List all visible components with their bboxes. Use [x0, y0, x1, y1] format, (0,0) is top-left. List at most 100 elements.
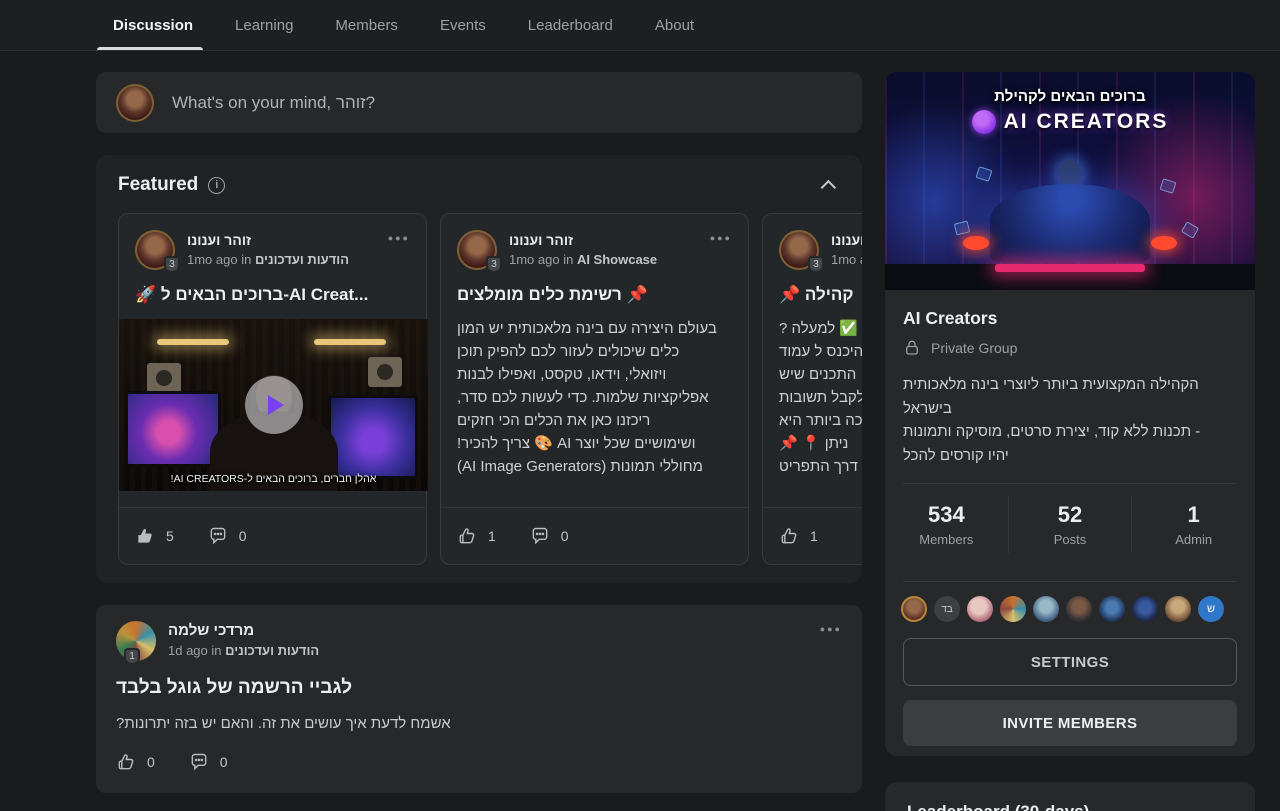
post-meta: 1d ago in הודעות ועדכונים [168, 641, 319, 660]
like-count: 0 [147, 754, 155, 770]
author-name[interactable]: זוהר וענונו [509, 230, 657, 250]
tab-discussion[interactable]: Discussion [113, 0, 193, 50]
thumb-up-icon [135, 526, 155, 546]
members-label: Members [885, 532, 1008, 547]
member-avatar[interactable] [1165, 596, 1191, 622]
post-footer: 0 0 [116, 752, 842, 772]
level-badge: 3 [486, 256, 502, 273]
post-footer: 1 [763, 507, 862, 564]
member-avatar[interactable] [1000, 596, 1026, 622]
post-menu-icon[interactable]: ●●● [710, 230, 732, 246]
banner-welcome-text: ברוכים הבאים לקהילת [885, 88, 1255, 105]
group-info-card: ברוכים הבאים לקהילת AI CREATORS AI Creat… [885, 72, 1255, 756]
member-avatar[interactable] [1099, 596, 1125, 622]
thumb-up-icon [779, 526, 799, 546]
invite-members-button[interactable]: INVITE MEMBERS [903, 700, 1237, 746]
like-count: 1 [488, 528, 496, 544]
level-badge: 3 [164, 256, 180, 273]
member-avatar[interactable] [1132, 596, 1158, 622]
post-footer: 1 0 [441, 507, 748, 564]
monitor-left [125, 391, 221, 467]
post-body: אשמח לדעת איך עושים את זה. והאם יש בזה י… [116, 715, 842, 732]
author-name[interactable]: זוהר וענונו [187, 230, 349, 250]
info-icon[interactable]: i [208, 177, 225, 194]
featured-section: Featured i 3 זוהר וענונו 1mo ago in הודע… [96, 155, 862, 583]
tab-learning[interactable]: Learning [235, 0, 293, 50]
channel-name[interactable]: AI Showcase [577, 252, 657, 267]
admin-label: Admin [1132, 532, 1255, 547]
featured-header: Featured i [96, 155, 862, 196]
comment-button[interactable]: 0 [208, 526, 247, 546]
monitor-right [328, 395, 418, 479]
stat-members[interactable]: 534 Members [885, 496, 1008, 553]
member-avatar[interactable] [901, 596, 927, 622]
tab-about[interactable]: About [655, 0, 694, 50]
post-body: ? למעלה ✅ היכנס ל עמוד התכנים שיש לקבל ת… [779, 317, 862, 507]
community-page: Discussion Learning Members Events Leade… [0, 0, 1280, 811]
post-meta: 1mo ago in [831, 250, 862, 269]
comment-icon [189, 752, 209, 772]
comment-icon [530, 526, 550, 546]
featured-card-tools[interactable]: 3 זוהר וענונו 1mo ago in AI Showcase ●●●… [440, 213, 749, 565]
member-avatar[interactable] [1033, 596, 1059, 622]
like-button[interactable]: 1 [457, 526, 496, 546]
tab-leaderboard[interactable]: Leaderboard [528, 0, 613, 50]
studio-light [314, 339, 386, 345]
post-composer[interactable]: What's on your mind, זוהר? [96, 72, 862, 133]
channel-name[interactable]: הודעות ועדכונים [255, 252, 349, 267]
member-avatar[interactable] [1066, 596, 1092, 622]
post-menu-icon[interactable]: ●●● [820, 621, 842, 637]
brain-icon [972, 110, 996, 134]
lock-icon [903, 339, 921, 357]
like-button[interactable]: 5 [135, 526, 174, 546]
leaderboard-title: Leaderboard (30-days) [907, 802, 1233, 811]
tab-events[interactable]: Events [440, 0, 486, 50]
leaderboard-card: Leaderboard (30-days) [885, 782, 1255, 811]
post-title[interactable]: 🚀 ברוכים הבאים ל-AI Creat... [135, 285, 410, 305]
like-count: 1 [810, 528, 818, 544]
featured-carousel: 3 זוהר וענונו 1mo ago in הודעות ועדכונים… [118, 213, 862, 565]
author-name[interactable]: מרדכי שלמה [168, 621, 319, 641]
thumb-up-icon [116, 752, 136, 772]
group-stats: 534 Members 52 Posts 1 Admin [885, 484, 1255, 565]
comment-count: 0 [561, 528, 569, 544]
group-cover-image[interactable]: ברוכים הבאים לקהילת AI CREATORS [885, 72, 1255, 290]
channel-name[interactable]: הודעות ועדכונים [225, 643, 319, 658]
tab-members[interactable]: Members [335, 0, 398, 50]
members-count: 534 [885, 502, 1008, 528]
post-body: בעולם היצירה עם בינה מלאכותית יש המון כל… [457, 317, 732, 507]
comment-count: 0 [239, 528, 247, 544]
play-button-icon[interactable] [245, 376, 303, 434]
comment-button[interactable]: 0 [530, 526, 569, 546]
author-name[interactable]: זוהר וענונו [831, 230, 862, 250]
settings-button[interactable]: SETTINGS [903, 638, 1237, 686]
featured-card-welcome[interactable]: 3 זוהר וענונו 1mo ago in הודעות ועדכונים… [118, 213, 427, 565]
featured-title: Featured [118, 174, 198, 196]
member-avatar[interactable]: ש [1198, 596, 1224, 622]
comment-button[interactable]: 0 [189, 752, 228, 772]
level-badge: 1 [124, 648, 140, 665]
featured-card-community[interactable]: 3 זוהר וענונו 1mo ago in ●●● 📌 קהילה ? ל… [762, 213, 862, 565]
post-menu-icon[interactable]: ●●● [388, 230, 410, 246]
composer-placeholder: What's on your mind, זוהר? [172, 93, 375, 113]
current-user-avatar [116, 84, 154, 122]
post-footer: 5 0 [119, 507, 426, 564]
stat-posts[interactable]: 52 Posts [1008, 496, 1132, 553]
feed-post[interactable]: 1 מרדכי שלמה 1d ago in הודעות ועדכונים ●… [96, 605, 862, 793]
member-avatar[interactable]: בד [934, 596, 960, 622]
posts-count: 52 [1009, 502, 1132, 528]
member-avatar[interactable] [967, 596, 993, 622]
post-title[interactable]: לגביי הרשמה של גוגל בלבד [116, 677, 842, 699]
top-navigation: Discussion Learning Members Events Leade… [0, 0, 1280, 51]
studio-light [157, 339, 229, 345]
posts-label: Posts [1009, 532, 1132, 547]
collapse-chevron-icon[interactable] [821, 179, 837, 195]
post-title[interactable]: רשימת כלים מומלצים 📌 [457, 285, 732, 305]
video-thumbnail[interactable]: אהלן חברים, ברוכים הבאים ל-AI CREATORS! [119, 319, 428, 491]
like-button[interactable]: 1 [779, 526, 818, 546]
like-count: 5 [166, 528, 174, 544]
group-description: הקהילה המקצועית ביותר ליוצרי בינה מלאכות… [903, 373, 1237, 467]
post-title[interactable]: 📌 קהילה [779, 285, 862, 305]
like-button[interactable]: 0 [116, 752, 155, 772]
stat-admin[interactable]: 1 Admin [1131, 496, 1255, 553]
